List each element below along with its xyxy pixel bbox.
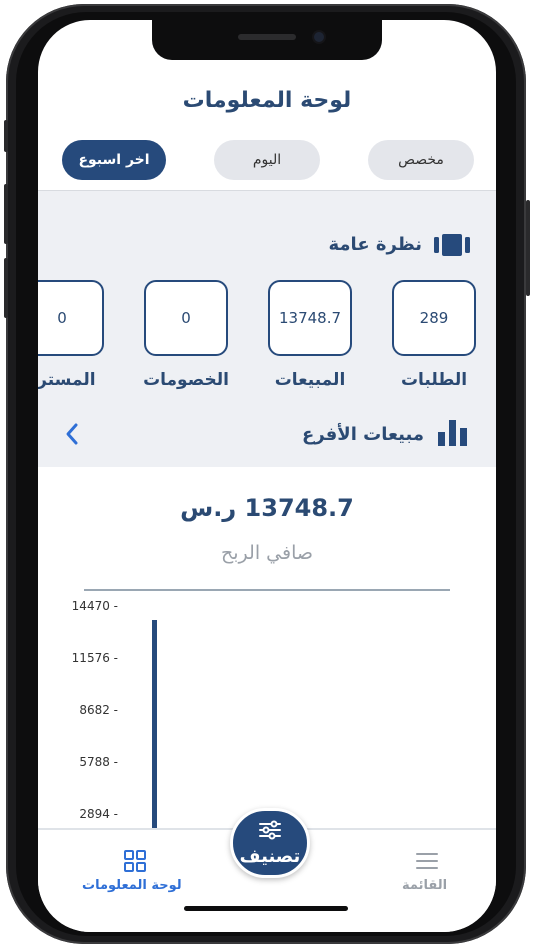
y-tick-label: 8682 -	[79, 703, 118, 717]
silent-switch	[4, 120, 8, 152]
classify-label: تصنيف	[239, 845, 301, 867]
sales-card[interactable]: 13748.7	[268, 280, 352, 356]
sales-label: المبيعات	[274, 370, 346, 390]
orders-card[interactable]: 289	[392, 280, 476, 356]
overview-title: نظرة عامة	[328, 234, 423, 255]
grid-icon[interactable]	[124, 850, 146, 876]
bar-chart-icon	[438, 420, 468, 450]
refunds-label: المسترد	[38, 370, 96, 390]
overview-icon	[434, 234, 470, 260]
filter-last-week[interactable]: اخر اسبوع	[62, 140, 166, 180]
chart-divider	[84, 589, 450, 591]
y-tick-label: 14470 -	[71, 599, 118, 613]
tab-menu[interactable]: القائمة	[402, 878, 447, 893]
classify-button[interactable]: تصنيف	[230, 808, 310, 878]
filter-custom[interactable]: مخصص	[368, 140, 474, 180]
chevron-left-icon[interactable]	[64, 422, 80, 450]
y-tick-label: 11576 -	[71, 651, 118, 665]
filter-today[interactable]: اليوم	[214, 140, 320, 180]
y-tick-label: 2894 -	[79, 807, 118, 821]
volume-up-button	[4, 184, 8, 244]
discounts-card[interactable]: 0	[144, 280, 228, 356]
app-screen: لوحة المعلومات اخر اسبوع اليوم مخصص نظرة…	[38, 20, 496, 932]
volume-down-button	[4, 258, 8, 318]
orders-label: الطلبات	[400, 370, 468, 390]
y-tick-label: 5788 -	[79, 755, 118, 769]
tab-dashboard[interactable]: لوحة المعلومات	[82, 878, 182, 893]
refunds-card[interactable]: 0	[38, 280, 104, 356]
home-indicator	[184, 906, 348, 911]
branch-sales-title: مبيعات الأفرع	[302, 424, 424, 445]
menu-icon[interactable]	[416, 852, 438, 874]
page-title: لوحة المعلومات	[182, 88, 352, 113]
camera	[314, 32, 324, 42]
profit-label: صافي الربح	[221, 542, 313, 564]
discounts-label: الخصومات	[143, 370, 229, 390]
sliders-icon	[259, 820, 281, 844]
speaker	[238, 34, 296, 40]
notch	[152, 20, 382, 60]
power-button	[526, 200, 530, 296]
profit-amount: 13748.7 ر.س	[180, 494, 354, 522]
